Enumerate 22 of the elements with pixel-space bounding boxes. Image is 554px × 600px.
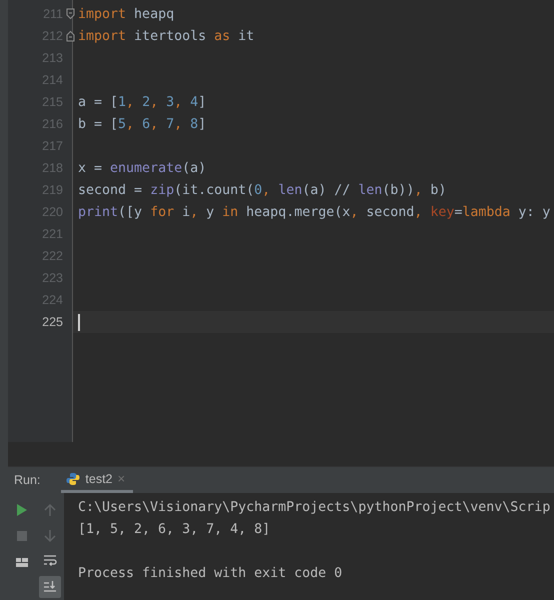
layout-icon[interactable] bbox=[15, 555, 29, 569]
code-line: second = zip(it.count(0, len(a) // len(b)), b) bbox=[78, 182, 446, 198]
line-number: 225 bbox=[41, 315, 63, 329]
console-line: Process finished with exit code 0 bbox=[78, 566, 342, 581]
code-line: import heapq bbox=[78, 6, 174, 22]
console-line: C:\Users\Visionary\PycharmProjects\pythonProject\venv\Scrip bbox=[78, 500, 550, 515]
code-line: x = enumerate(a) bbox=[78, 160, 206, 176]
code-line: b = [5, 6, 7, 8] bbox=[78, 116, 206, 132]
console-line: [1, 5, 2, 6, 3, 7, 4, 8] bbox=[78, 522, 270, 537]
selected-toggle-background[interactable] bbox=[39, 576, 61, 598]
panel-label: Run: bbox=[14, 473, 40, 487]
text-caret bbox=[78, 314, 80, 330]
fold-icon[interactable] bbox=[66, 30, 75, 42]
code-line: print([y for i, y in heapq.merge(x, second, key=lambda y: y bbox=[78, 204, 550, 220]
soft-wrap-icon[interactable] bbox=[43, 554, 57, 568]
fold-icon[interactable] bbox=[66, 8, 75, 20]
code-line: a = [1, 2, 3, 4] bbox=[78, 94, 206, 110]
run-tab[interactable]: test2 × bbox=[61, 467, 134, 493]
play-icon[interactable] bbox=[15, 503, 29, 517]
code-line: import itertools as it bbox=[78, 28, 254, 44]
scroll-to-end-icon[interactable] bbox=[43, 580, 57, 594]
python-icon bbox=[66, 472, 80, 486]
